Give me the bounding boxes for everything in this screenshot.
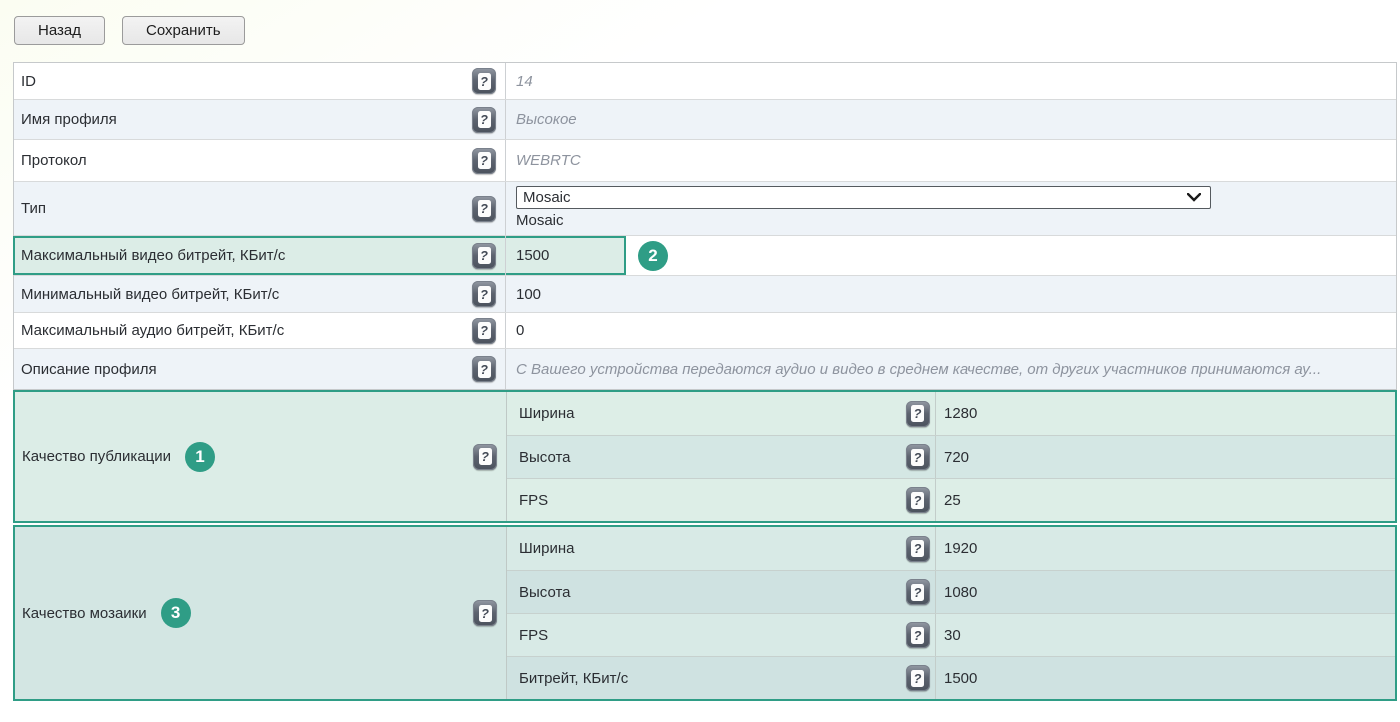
help-icon[interactable]: ? [906, 487, 930, 513]
publish-quality-table: Ширина ? 1280 Высота ? 720 FPS ? 25 [506, 392, 1395, 521]
row-publish-fps: FPS ? 25 [507, 478, 1395, 521]
back-button[interactable]: Назад [14, 16, 105, 45]
row-mosaic-fps: FPS ? 30 [507, 613, 1395, 656]
type-select-value: Mosaic [523, 189, 571, 206]
min-video-bitrate-value[interactable]: 100 [505, 276, 1396, 312]
fps-value[interactable]: 30 [935, 614, 1395, 656]
help-icon[interactable]: ? [472, 196, 496, 222]
row-profile-name: Имя профиля ? Высокое [14, 99, 1396, 139]
row-mosaic-width: Ширина ? 1920 [507, 527, 1395, 570]
help-icon[interactable]: ? [472, 243, 496, 269]
section-mosaic-quality: Качество мозаики 3 ? Ширина ? 1920 Высот… [13, 525, 1397, 701]
description-value: С Вашего устройства передаются аудио и в… [505, 349, 1396, 389]
toolbar: Назад Сохранить [0, 0, 1400, 45]
help-icon[interactable]: ? [906, 536, 930, 562]
row-max-video-bitrate: Максимальный видео битрейт, КБит/с ? 150… [14, 235, 1396, 275]
width-value[interactable]: 1280 [935, 392, 1395, 435]
height-label: Высота [507, 449, 900, 466]
row-mosaic-height: Высота ? 1080 [507, 570, 1395, 613]
type-select[interactable]: Mosaic [516, 186, 1211, 209]
max-video-bitrate-label: Максимальный видео битрейт, КБит/с [14, 247, 463, 264]
annotation-badge-3: 3 [161, 598, 191, 628]
chevron-down-icon [1187, 193, 1201, 202]
bitrate-value[interactable]: 1500 [935, 657, 1395, 699]
description-label: Описание профиля [14, 361, 463, 378]
row-publish-height: Высота ? 720 [507, 435, 1395, 478]
help-icon[interactable]: ? [472, 148, 496, 174]
height-value[interactable]: 720 [935, 436, 1395, 478]
fps-label: FPS [507, 492, 900, 509]
max-audio-bitrate-label: Максимальный аудио битрейт, КБит/с [14, 322, 463, 339]
width-label: Ширина [507, 540, 900, 557]
width-label: Ширина [507, 405, 900, 422]
protocol-label: Протокол [14, 152, 463, 169]
row-description: Описание профиля ? С Вашего устройства п… [14, 348, 1396, 389]
height-value[interactable]: 1080 [935, 571, 1395, 613]
fps-value[interactable]: 25 [935, 479, 1395, 521]
height-label: Высота [507, 584, 900, 601]
section-publish-quality: Качество публикации 1 ? Ширина ? 1280 Вы… [13, 390, 1397, 523]
fps-label: FPS [507, 627, 900, 644]
row-type: Тип ? Mosaic Mosaic [14, 181, 1396, 235]
annotation-badge-1: 1 [185, 442, 215, 472]
annotation-badge-2: 2 [638, 241, 668, 271]
help-icon[interactable]: ? [472, 356, 496, 382]
row-publish-width: Ширина ? 1280 [507, 392, 1395, 435]
profile-form: ID ? 14 Имя профиля ? Высокое Протокол ?… [13, 62, 1397, 701]
help-icon[interactable]: ? [906, 401, 930, 427]
help-icon[interactable]: ? [473, 600, 497, 626]
type-label: Тип [14, 200, 463, 217]
help-icon[interactable]: ? [906, 622, 930, 648]
help-icon[interactable]: ? [473, 444, 497, 470]
profile-name-label: Имя профиля [14, 111, 463, 128]
help-icon[interactable]: ? [906, 579, 930, 605]
row-id: ID ? 14 [14, 63, 1396, 99]
row-max-audio-bitrate: Максимальный аудио битрейт, КБит/с ? 0 [14, 312, 1396, 348]
form-table: ID ? 14 Имя профиля ? Высокое Протокол ?… [13, 62, 1397, 390]
publish-quality-label: Качество публикации [22, 448, 171, 465]
bitrate-label: Битрейт, КБит/с [507, 670, 900, 687]
width-value[interactable]: 1920 [935, 527, 1395, 570]
save-button[interactable]: Сохранить [122, 16, 245, 45]
profile-name-value: Высокое [505, 100, 1396, 139]
id-value: 14 [505, 63, 1396, 99]
row-protocol: Протокол ? WEBRTC [14, 139, 1396, 181]
protocol-value: WEBRTC [505, 140, 1396, 181]
help-icon[interactable]: ? [472, 68, 496, 94]
row-min-video-bitrate: Минимальный видео битрейт, КБит/с ? 100 [14, 275, 1396, 312]
max-audio-bitrate-value[interactable]: 0 [505, 313, 1396, 348]
mosaic-quality-table: Ширина ? 1920 Высота ? 1080 FPS ? 30 Бит… [506, 527, 1395, 699]
help-icon[interactable]: ? [472, 281, 496, 307]
row-mosaic-bitrate: Битрейт, КБит/с ? 1500 [507, 656, 1395, 699]
mosaic-quality-label: Качество мозаики [22, 605, 147, 622]
help-icon[interactable]: ? [906, 665, 930, 691]
help-icon[interactable]: ? [906, 444, 930, 470]
id-label: ID [14, 73, 463, 90]
min-video-bitrate-label: Минимальный видео битрейт, КБит/с [14, 286, 463, 303]
help-icon[interactable]: ? [472, 318, 496, 344]
help-icon[interactable]: ? [472, 107, 496, 133]
type-select-caption: Mosaic [516, 212, 564, 229]
